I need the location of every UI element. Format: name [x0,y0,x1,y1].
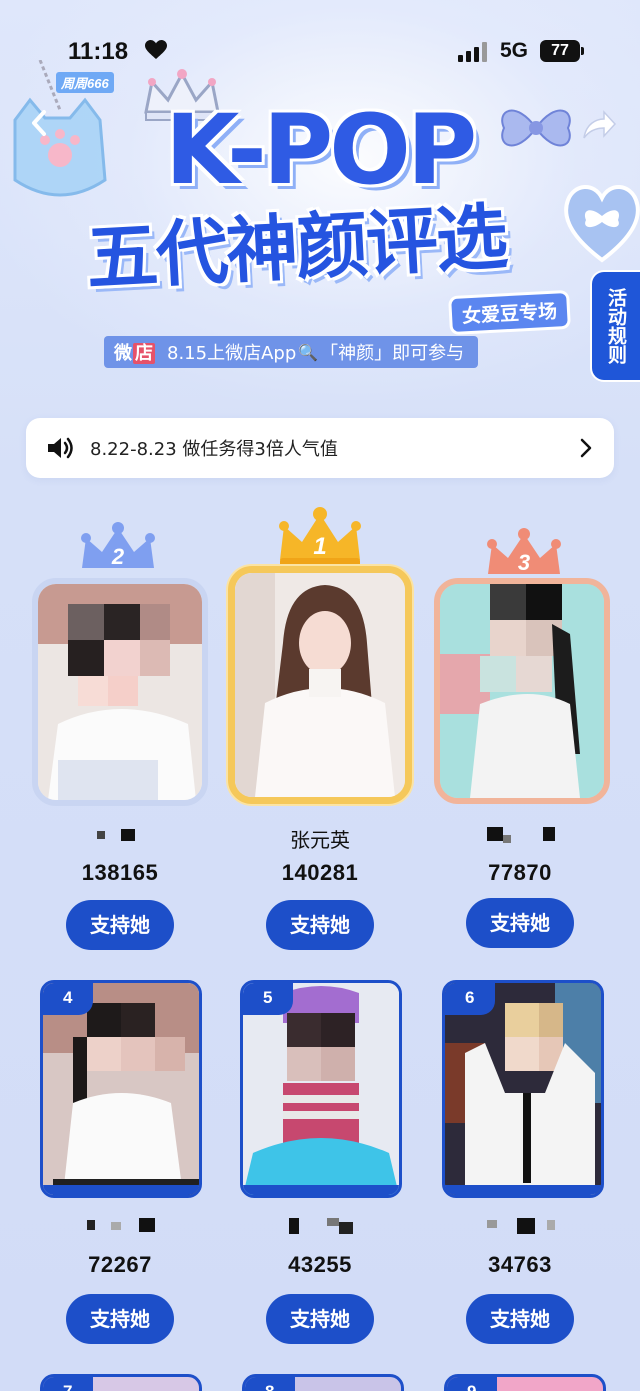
vote-count: 72267 [88,1252,152,1277]
frame-bottom-bar [445,1185,601,1195]
battery-indicator: 77 [540,40,584,62]
back-arrow-icon[interactable] [28,108,50,138]
bow-decoration-icon [501,109,571,147]
share-icon[interactable] [580,108,618,142]
crown-rank-2-label: 2 [111,544,125,569]
status-subtitle-tag: 周周666 [56,72,114,93]
rank-number-badge: 4 [43,983,93,1015]
speaker-icon [48,437,73,459]
idol-name [420,1216,620,1241]
support-button[interactable]: 支持她 [66,900,174,950]
photo-frame: 6 [442,980,604,1198]
vote-count: 34763 [488,1252,552,1277]
vote-count: 43255 [288,1252,352,1277]
weidian-logo: 微店 [114,343,155,364]
idol-name [20,1216,220,1241]
vote-count: 77870 [488,860,552,885]
frame-bottom-bar [243,1185,399,1195]
rank-card-6[interactable]: 6 34763 支持她 [420,980,620,1350]
photo-frame [228,566,412,804]
podium-card-rank-3[interactable]: 3 77870 支持她 [420,526,640,966]
support-button[interactable]: 支持她 [466,898,574,948]
search-icon: 🔍 [298,342,319,362]
frame-bottom-bar [43,1185,199,1195]
crown-rank-3-label: 3 [518,550,530,575]
support-button[interactable]: 支持她 [266,1294,374,1344]
crown-rank-3-icon: 3 [487,528,561,575]
rank-card-7[interactable]: 7 [40,1374,202,1391]
chevron-right-icon [580,438,592,458]
idol-name: 张元英 [290,828,350,852]
support-button[interactable]: 支持她 [466,1294,574,1344]
rank-number-badge: 9 [447,1377,497,1391]
censor-block-icon [487,827,556,843]
task-notice-bar[interactable]: 8.22-8.23 做任务得3倍人气值 [26,418,614,478]
censor-block-icon [97,829,136,841]
podium-card-rank-2[interactable]: 2 138165 支持她 [0,520,220,960]
photo-frame: 5 [240,980,402,1198]
portrait-photo [440,584,604,798]
portrait-photo [38,584,202,800]
vote-count: 140281 [281,860,359,885]
network-type: 5G [500,39,529,62]
heart-decoration-icon [564,185,640,263]
rank-number-badge: 5 [243,983,293,1015]
crown-rank-1-icon: 1 [279,507,361,568]
rank-number-badge: 8 [245,1377,295,1391]
censor-block-icon [487,1218,556,1234]
promo-bar: 微店 8.15上微店App 🔍 「神颜」即可参与 [104,336,479,368]
photo-frame [434,578,610,804]
crown-rank-2-icon: 2 [81,522,155,569]
rank-card-5[interactable]: 5 43255 支持她 [220,980,420,1350]
notice-text: 8.22-8.23 做任务得3倍人气值 [90,439,338,460]
promo-text-a: 8.15上微店App [167,343,297,364]
photo-frame: 4 [40,980,202,1198]
censor-block-icon [289,1218,354,1234]
rank-card-8[interactable]: 8 [242,1374,404,1391]
idol-name [220,1216,420,1241]
idol-name [420,824,620,848]
rank-card-4[interactable]: 4 72267 支持她 [20,980,220,1350]
campaign-subtitle-badge: 女爱豆专场 [451,293,568,332]
heart-icon [145,40,167,59]
idol-name [20,824,220,848]
rank-number-badge: 7 [43,1377,93,1391]
promo-text-b: 「神颜」即可参与 [320,343,465,364]
support-button[interactable]: 支持她 [266,900,374,950]
photo-frame: 8 [242,1374,404,1391]
photo-frame: 9 [444,1374,606,1391]
censor-block-icon [87,1218,156,1232]
photo-frame [32,578,208,806]
rank-number-badge: 6 [445,983,495,1015]
photo-frame: 7 [40,1374,202,1391]
support-button[interactable]: 支持她 [66,1294,174,1344]
vote-count: 138165 [81,860,159,885]
rank-card-9[interactable]: 9 [444,1374,606,1391]
podium-card-rank-1[interactable]: 1 张元英 140281 支持她 [220,506,420,966]
kpop-logo: K-POP [165,94,477,206]
status-time: 11:18 [68,38,129,65]
cellular-signal-icon [458,42,487,62]
activity-rules-tab[interactable]: 活动规则 [590,270,640,382]
crown-rank-1-label: 1 [313,533,326,560]
portrait-photo [235,573,405,797]
status-bar: 11:18 周周666 5G 77 [0,0,640,100]
